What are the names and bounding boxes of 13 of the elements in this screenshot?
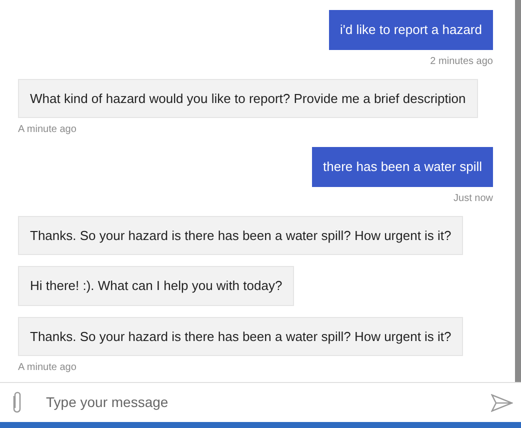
bot-message-bubble: Hi there! :). What can I help you with today? <box>18 266 294 306</box>
message-timestamp: Just now <box>454 192 493 204</box>
message-timestamp: A minute ago <box>18 362 76 374</box>
bot-message-bubble: Thanks. So your hazard is there has been a water spill? How urgent is it? <box>18 216 464 255</box>
user-message-bubble: i'd like to report a hazard <box>329 10 493 50</box>
scrollbar[interactable] <box>515 0 521 382</box>
bot-message-bubble: What kind of hazard would you like to report? Provide me a brief description <box>18 78 478 118</box>
message-timestamp: A minute ago <box>18 124 76 136</box>
bot-message-bubble: Thanks. So your hazard is there has been a water spill? How urgent is it? <box>18 316 464 356</box>
send-icon[interactable] <box>491 394 513 412</box>
message-timestamp: 2 minutes ago <box>430 56 493 68</box>
message-input[interactable]: Type your message <box>46 392 491 413</box>
user-message-bubble: there has been a water spill <box>312 147 493 186</box>
